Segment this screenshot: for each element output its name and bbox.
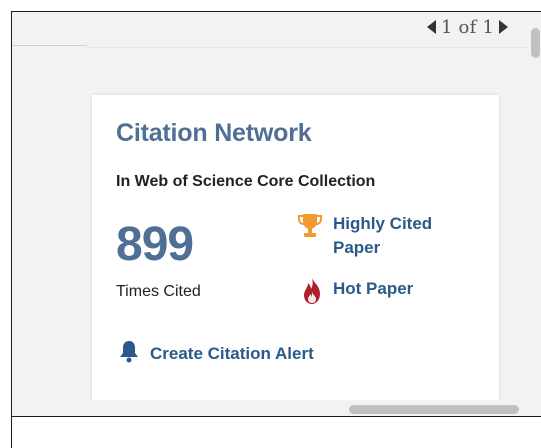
previous-page-icon[interactable] bbox=[426, 20, 436, 34]
trophy-icon bbox=[297, 212, 323, 247]
vertical-scrollbar-thumb[interactable] bbox=[531, 28, 540, 58]
collection-label: In Web of Science Core Collection bbox=[116, 173, 376, 190]
footer-area bbox=[12, 417, 541, 448]
times-cited-count[interactable]: 899 bbox=[116, 217, 194, 272]
citation-panel-frame: 1 of 1 Citation Network In Web of Scienc… bbox=[11, 11, 541, 448]
highly-cited-paper-badge[interactable]: Highly Cited Paper bbox=[297, 212, 463, 260]
create-citation-alert-label: Create Citation Alert bbox=[150, 343, 314, 363]
hot-paper-label: Hot Paper bbox=[333, 279, 414, 298]
create-citation-alert-link[interactable]: Create Citation Alert bbox=[118, 339, 314, 368]
times-cited-label: Times Cited bbox=[116, 283, 201, 300]
divider bbox=[87, 47, 527, 48]
next-page-icon[interactable] bbox=[499, 20, 508, 34]
card-title: Citation Network bbox=[116, 119, 312, 147]
citation-network-card: Citation Network In Web of Science Core … bbox=[92, 95, 499, 425]
divider bbox=[12, 45, 87, 46]
hot-paper-badge[interactable]: Hot Paper bbox=[301, 277, 413, 312]
flame-icon bbox=[301, 277, 323, 312]
pagination: 1 of 1 bbox=[426, 15, 508, 39]
highly-cited-paper-label: Highly Cited Paper bbox=[333, 214, 433, 257]
page-indicator: 1 of 1 bbox=[440, 16, 494, 38]
horizontal-scrollbar-thumb[interactable] bbox=[349, 405, 519, 414]
bell-icon bbox=[118, 339, 140, 368]
